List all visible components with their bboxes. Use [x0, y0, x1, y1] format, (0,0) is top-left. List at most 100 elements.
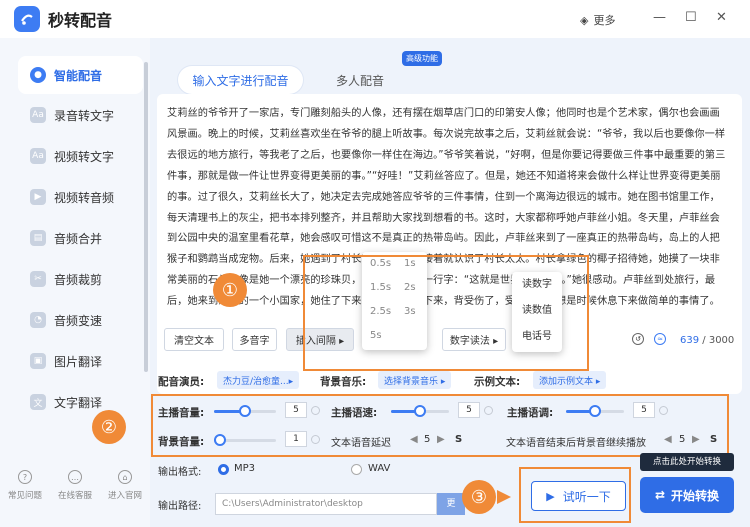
footer-label: 常见问题 — [7, 491, 42, 501]
speed-icon: ◔ — [30, 312, 46, 328]
volume-label: 主播音量: — [158, 407, 205, 419]
sound-wave-icon[interactable]: ≈ — [654, 333, 666, 345]
reset-icon[interactable]: ↺ — [632, 333, 644, 345]
path-label: 输出路径: — [158, 501, 202, 512]
continue-decrease-icon[interactable]: ◀ — [664, 434, 672, 445]
sidebar-item-label: 音频合并 — [54, 231, 103, 246]
footer-support[interactable]: … 在线客服 — [50, 470, 100, 501]
video-text-icon: Aa — [30, 148, 46, 164]
sidebar-item-label: 智能配音 — [54, 68, 103, 83]
footer-label: 进入官网 — [107, 491, 142, 501]
listen-button[interactable]: ▶ 试听一下 — [531, 481, 626, 511]
voice-label: 配音演员: — [158, 376, 205, 388]
home-icon: ⌂ — [118, 470, 132, 484]
sidebar-item-smart-dubbing[interactable]: ● 智能配音 — [18, 56, 143, 94]
tab-multi-dubbing[interactable]: 多人配音 — [320, 66, 400, 94]
bgm-select[interactable]: 选择背景音乐 ▸ — [378, 371, 452, 389]
sidebar-scrollbar[interactable] — [144, 62, 148, 372]
delay-value[interactable]: 5 — [424, 434, 430, 445]
sample-text-select[interactable]: 添加示例文本 ▸ — [533, 371, 607, 389]
speed-value[interactable]: 5 — [458, 402, 480, 418]
sidebar-item-audio-speed[interactable]: ◔ 音频变速 — [30, 301, 145, 339]
annotation-arrow-icon — [497, 490, 511, 504]
chat-icon: … — [68, 470, 82, 484]
footer-label: 在线客服 — [57, 491, 92, 501]
bg-volume-slider[interactable] — [214, 434, 276, 446]
volume-reset-icon[interactable] — [311, 406, 320, 415]
scissors-icon: ✂ — [30, 271, 46, 287]
pitch-reset-icon[interactable] — [659, 406, 668, 415]
maximize-button[interactable]: ☐ — [685, 10, 697, 25]
delay-unit: S — [455, 434, 463, 445]
footer-faq[interactable]: ? 常见问题 — [0, 470, 50, 501]
sidebar-item-video-to-text[interactable]: Aa 视频转文字 — [30, 137, 145, 175]
convert-icon: ⇄ — [654, 488, 666, 502]
delay-label: 文本语音延迟 — [331, 438, 391, 449]
minimize-button[interactable]: — — [653, 10, 666, 25]
clear-text-button[interactable]: 清空文本 — [164, 328, 224, 351]
sample-text-label: 示例文本: — [474, 376, 521, 388]
sidebar: ● 智能配音 Aa 录音转文字 Aa 视频转文字 ▶ 视频转音频 ▤ 音频合并 … — [0, 38, 150, 527]
voice-select[interactable]: 杰力豆/治愈童...▸ — [217, 371, 300, 389]
pitch-value[interactable]: 5 — [633, 402, 655, 418]
pitch-slider[interactable] — [566, 405, 624, 417]
mp3-radio[interactable] — [218, 464, 229, 475]
app-title: 秒转配音 — [48, 11, 113, 30]
question-icon: ? — [18, 470, 32, 484]
merge-icon: ▤ — [30, 230, 46, 246]
sidebar-item-audio-cut[interactable]: ✂ 音频裁剪 — [30, 260, 145, 298]
annotation-circle-2: ② — [92, 410, 126, 444]
video-audio-icon: ▶ — [30, 189, 46, 205]
browse-button[interactable]: 更 — [437, 493, 465, 515]
continue-value[interactable]: 5 — [679, 434, 685, 445]
sidebar-item-text-translate[interactable]: 文 文字翻译 — [30, 383, 145, 421]
output-path-input[interactable]: C:\Users\Administrator\desktop — [215, 493, 437, 515]
sidebar-item-label: 视频转文字 — [54, 149, 115, 164]
bg-volume-label: 背景音量: — [158, 436, 205, 448]
layers-icon: ◈ — [580, 13, 589, 27]
app-logo-icon — [14, 6, 40, 32]
delay-increase-icon[interactable]: ▶ — [437, 434, 445, 445]
char-counter: 639 / 3000 — [680, 335, 734, 346]
speed-reset-icon[interactable] — [484, 406, 493, 415]
text-translate-icon: 文 — [30, 394, 46, 410]
sidebar-item-label: 文字翻译 — [54, 395, 103, 410]
more-menu-button[interactable]: ◈ 更多 — [580, 12, 615, 28]
speed-slider[interactable] — [391, 405, 449, 417]
audio-text-icon: Aa — [30, 107, 46, 123]
mic-icon: ● — [30, 67, 46, 83]
sidebar-item-video-to-audio[interactable]: ▶ 视频转音频 — [30, 178, 145, 216]
sidebar-item-label: 视频转音频 — [54, 190, 115, 205]
char-count: 639 — [680, 335, 700, 346]
listen-label: 试听一下 — [562, 489, 611, 504]
volume-slider[interactable] — [214, 405, 276, 417]
bg-volume-reset-icon[interactable] — [311, 435, 320, 444]
highlight-box-1 — [303, 255, 589, 371]
sidebar-item-audio-merge[interactable]: ▤ 音频合并 — [30, 219, 145, 257]
pitch-label: 主播语调: — [507, 407, 554, 419]
annotation-circle-3: ③ — [462, 480, 496, 514]
volume-value[interactable]: 5 — [285, 402, 307, 418]
convert-label: 开始转换 — [671, 488, 720, 503]
bgm-continue-label: 文本语音结束后背景音继续播放 — [506, 438, 646, 449]
wav-label: WAV — [368, 463, 391, 474]
sidebar-item-image-translate[interactable]: ▣ 图片翻译 — [30, 342, 145, 380]
speed-label: 主播语速: — [331, 407, 378, 419]
mp3-label: MP3 — [234, 463, 256, 474]
convert-tooltip: 点击此处开始转换 — [640, 453, 734, 471]
delay-decrease-icon[interactable]: ◀ — [410, 434, 418, 445]
sidebar-item-label: 录音转文字 — [54, 108, 115, 123]
footer-website[interactable]: ⌂ 进入官网 — [100, 470, 150, 501]
close-button[interactable]: ✕ — [716, 10, 727, 25]
tab-text-dubbing[interactable]: 输入文字进行配音 — [178, 66, 303, 94]
sidebar-item-label: 音频裁剪 — [54, 272, 103, 287]
polyphone-button[interactable]: 多音字 — [232, 328, 277, 351]
annotation-circle-1: ① — [213, 273, 247, 307]
continue-increase-icon[interactable]: ▶ — [692, 434, 700, 445]
start-convert-button[interactable]: ⇄ 开始转换 — [640, 477, 734, 513]
bg-volume-value[interactable]: 1 — [285, 431, 307, 447]
wav-radio[interactable] — [351, 464, 362, 475]
image-translate-icon: ▣ — [30, 353, 46, 369]
sidebar-item-audio-to-text[interactable]: Aa 录音转文字 — [30, 96, 145, 134]
format-label: 输出格式: — [158, 467, 202, 478]
